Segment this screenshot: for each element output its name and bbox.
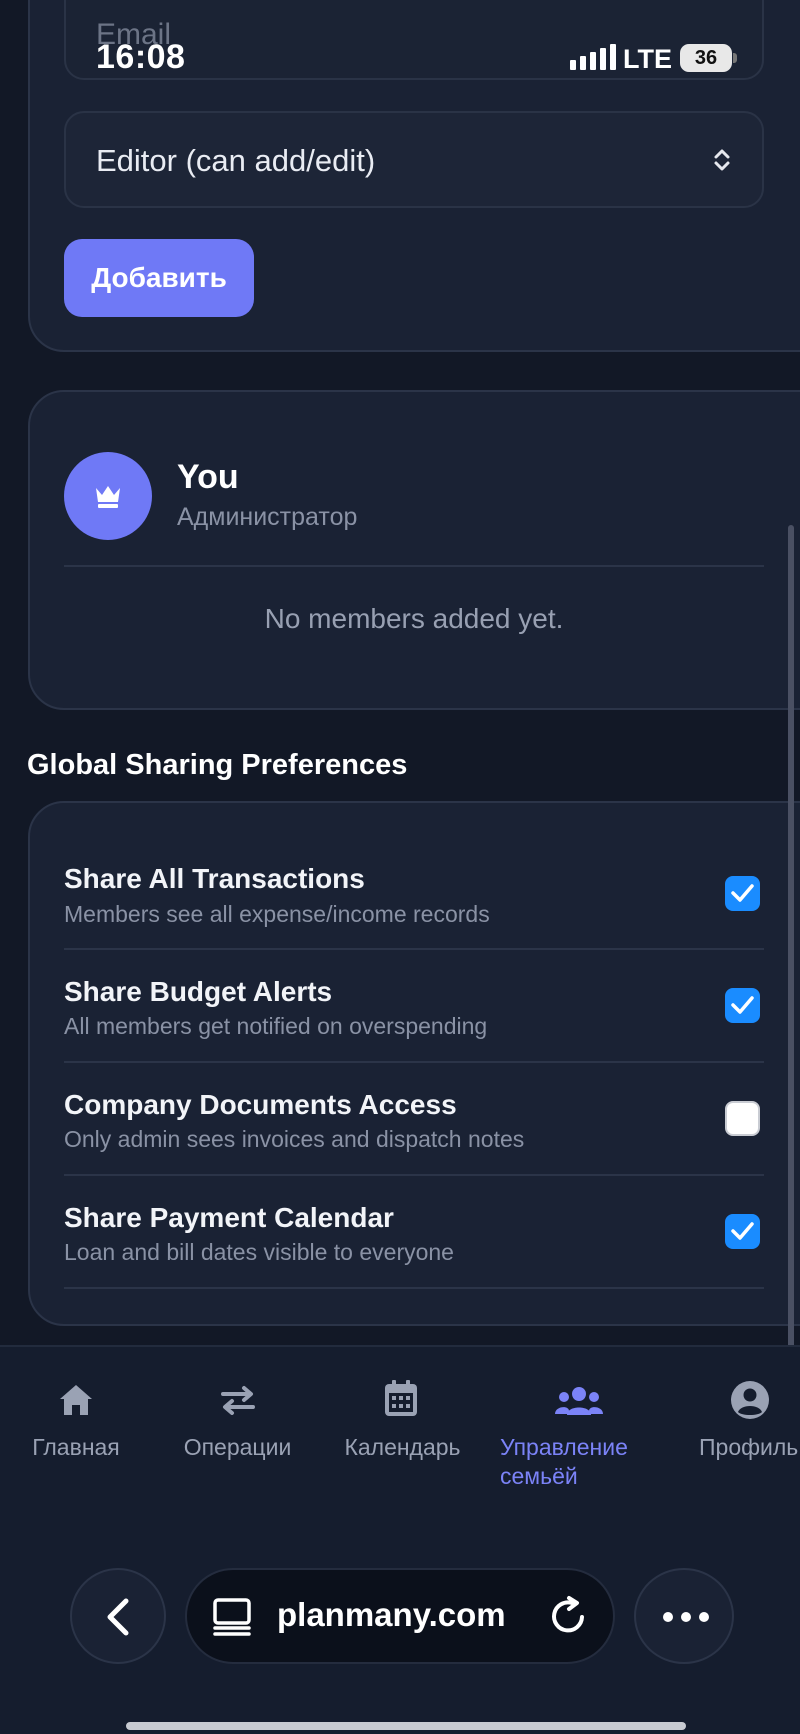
status-bar: 16:08 LTE 36 xyxy=(0,0,800,90)
members-card xyxy=(28,390,800,710)
more-dots-icon xyxy=(663,1612,709,1622)
page: 16:08 LTE 36 Email Editor (can add/edit)… xyxy=(0,0,800,1734)
signal-icon xyxy=(570,44,616,70)
share-budget-alerts-checkbox[interactable] xyxy=(725,988,760,1023)
owner-role: Администратор xyxy=(177,503,358,531)
pref-subtitle: Only admin sees invoices and dispatch no… xyxy=(64,1126,525,1152)
battery-icon: 36 xyxy=(680,44,732,72)
checkmark-icon xyxy=(731,884,754,902)
owner-name: You xyxy=(177,458,239,496)
url-text: planmany.com xyxy=(277,1596,506,1633)
tab-view-icon xyxy=(213,1598,251,1636)
pref-divider xyxy=(64,1061,764,1063)
share-transactions-checkbox[interactable] xyxy=(725,876,760,911)
pref-divider xyxy=(64,1287,764,1289)
status-time: 16:08 xyxy=(96,38,186,76)
battery-tip xyxy=(733,53,737,63)
crown-icon xyxy=(96,486,120,508)
nav-item-profile[interactable]: Профиль xyxy=(699,1433,800,1462)
pref-subtitle: All members get notified on overspending xyxy=(64,1013,488,1039)
checkmark-icon xyxy=(731,996,754,1014)
checkmark-icon xyxy=(731,1222,754,1240)
pref-subtitle: Members see all expense/income records xyxy=(64,901,490,927)
home-icon xyxy=(60,1385,92,1415)
pref-title: Share Budget Alerts xyxy=(64,976,333,1007)
add-member-button[interactable]: Добавить xyxy=(64,239,254,317)
calendar-icon xyxy=(385,1380,417,1416)
network-type: LTE xyxy=(623,44,672,74)
section-title: Global Sharing Preferences xyxy=(27,749,408,781)
nav-item-calendar[interactable]: Календарь xyxy=(330,1433,475,1462)
company-documents-checkbox[interactable] xyxy=(725,1101,760,1136)
role-select-value: Editor (can add/edit) xyxy=(96,143,376,178)
swap-arrows-icon xyxy=(221,1386,255,1415)
avatar xyxy=(64,452,152,540)
reload-icon[interactable] xyxy=(549,1595,589,1637)
pref-divider xyxy=(64,948,764,950)
pref-title: Share Payment Calendar xyxy=(64,1202,394,1233)
pref-title: Share All Transactions xyxy=(64,863,365,894)
chevron-updown-icon xyxy=(714,149,730,171)
pref-title: Company Documents Access xyxy=(64,1089,457,1120)
members-divider xyxy=(64,565,764,567)
nav-item-home[interactable]: Главная xyxy=(18,1433,134,1462)
user-circle-icon xyxy=(731,1381,769,1419)
pref-divider xyxy=(64,1174,764,1176)
browser-more-button[interactable] xyxy=(634,1568,734,1664)
nav-item-family[interactable]: Управление семьёй xyxy=(500,1433,648,1491)
nav-item-operations[interactable]: Операции xyxy=(170,1433,305,1462)
chevron-left-icon xyxy=(107,1598,129,1636)
share-payment-calendar-checkbox[interactable] xyxy=(725,1214,760,1249)
browser-back-button[interactable] xyxy=(70,1568,166,1664)
pref-subtitle: Loan and bill dates visible to everyone xyxy=(64,1239,454,1265)
empty-members-message: No members added yet. xyxy=(264,603,564,634)
home-indicator xyxy=(126,1722,686,1730)
users-icon xyxy=(555,1387,603,1415)
